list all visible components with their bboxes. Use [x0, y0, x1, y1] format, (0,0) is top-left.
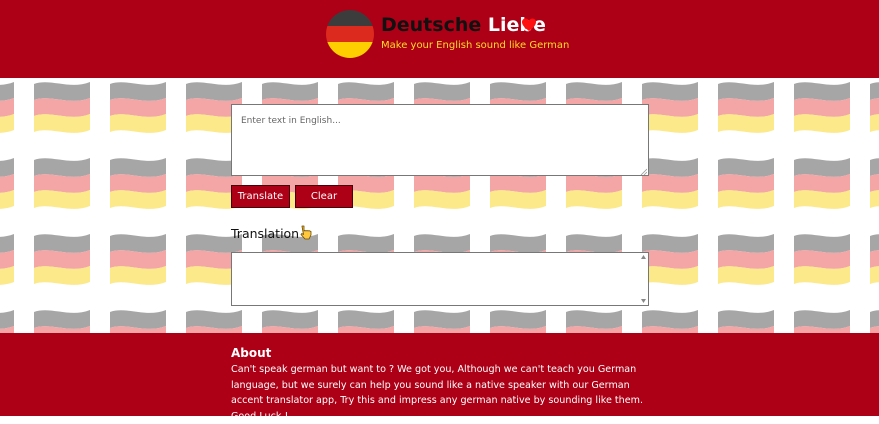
flag-tile-icon	[34, 310, 90, 333]
flag-tile-icon	[642, 234, 698, 285]
flag-tile-icon	[718, 158, 774, 209]
flag-tile-icon	[870, 82, 879, 132]
flag-tile-icon	[414, 310, 470, 333]
flag-tile-icon	[870, 234, 879, 284]
flag-tile-icon	[794, 82, 850, 133]
about-title: About	[231, 346, 272, 360]
flag-tile-icon	[0, 158, 14, 209]
flag-tile-icon	[0, 234, 14, 285]
flag-tile-icon	[870, 310, 879, 333]
flag-tile-icon	[718, 310, 774, 333]
about-text: Can't speak german but want to ? We got …	[231, 364, 644, 422]
flag-tile-icon	[794, 310, 850, 333]
flag-tile-icon	[34, 234, 90, 285]
flag-tile-icon	[566, 310, 622, 333]
translation-heading: Translation	[231, 226, 300, 241]
flag-tile-icon	[794, 234, 850, 285]
german-flag-logo-icon	[326, 10, 374, 58]
flag-tile-icon	[110, 158, 166, 209]
flag-tile-icon	[642, 158, 698, 209]
translation-output[interactable]	[231, 252, 649, 306]
flag-tile-icon	[642, 310, 698, 333]
flag-tile-icon	[338, 310, 394, 333]
flag-tile-icon	[718, 82, 774, 133]
flag-tile-icon	[34, 82, 90, 133]
flag-tile-icon	[794, 158, 850, 209]
flag-tile-icon	[186, 310, 242, 333]
tagline: Make your English sound like German	[381, 40, 570, 51]
brand-title-part2: Liebe	[487, 14, 546, 36]
brand-title-part1: Deutsche	[381, 14, 482, 36]
flag-tile-icon	[110, 82, 166, 133]
flag-tile-icon	[870, 158, 879, 208]
scroll-down-arrow-icon[interactable]	[640, 298, 647, 304]
translate-button[interactable]: Translate	[231, 185, 290, 208]
flag-tile-icon	[0, 310, 14, 333]
site-header: Deutsche Liebe Make your English sound l…	[0, 0, 879, 78]
flag-tile-icon	[0, 82, 14, 133]
pointing-down-hand-icon	[300, 225, 312, 240]
flag-tile-icon	[110, 234, 166, 285]
flag-tile-icon	[262, 310, 318, 333]
flag-tile-icon	[110, 310, 166, 333]
flag-tile-icon	[718, 234, 774, 285]
flag-tile-icon	[490, 310, 546, 333]
english-input[interactable]	[231, 104, 649, 176]
flag-tile-icon	[34, 158, 90, 209]
flag-tile-icon	[642, 82, 698, 133]
scroll-up-arrow-icon[interactable]	[640, 254, 647, 260]
clear-button[interactable]: Clear	[295, 185, 353, 208]
heart-icon	[522, 18, 536, 31]
resize-grip-icon[interactable]	[640, 168, 647, 175]
